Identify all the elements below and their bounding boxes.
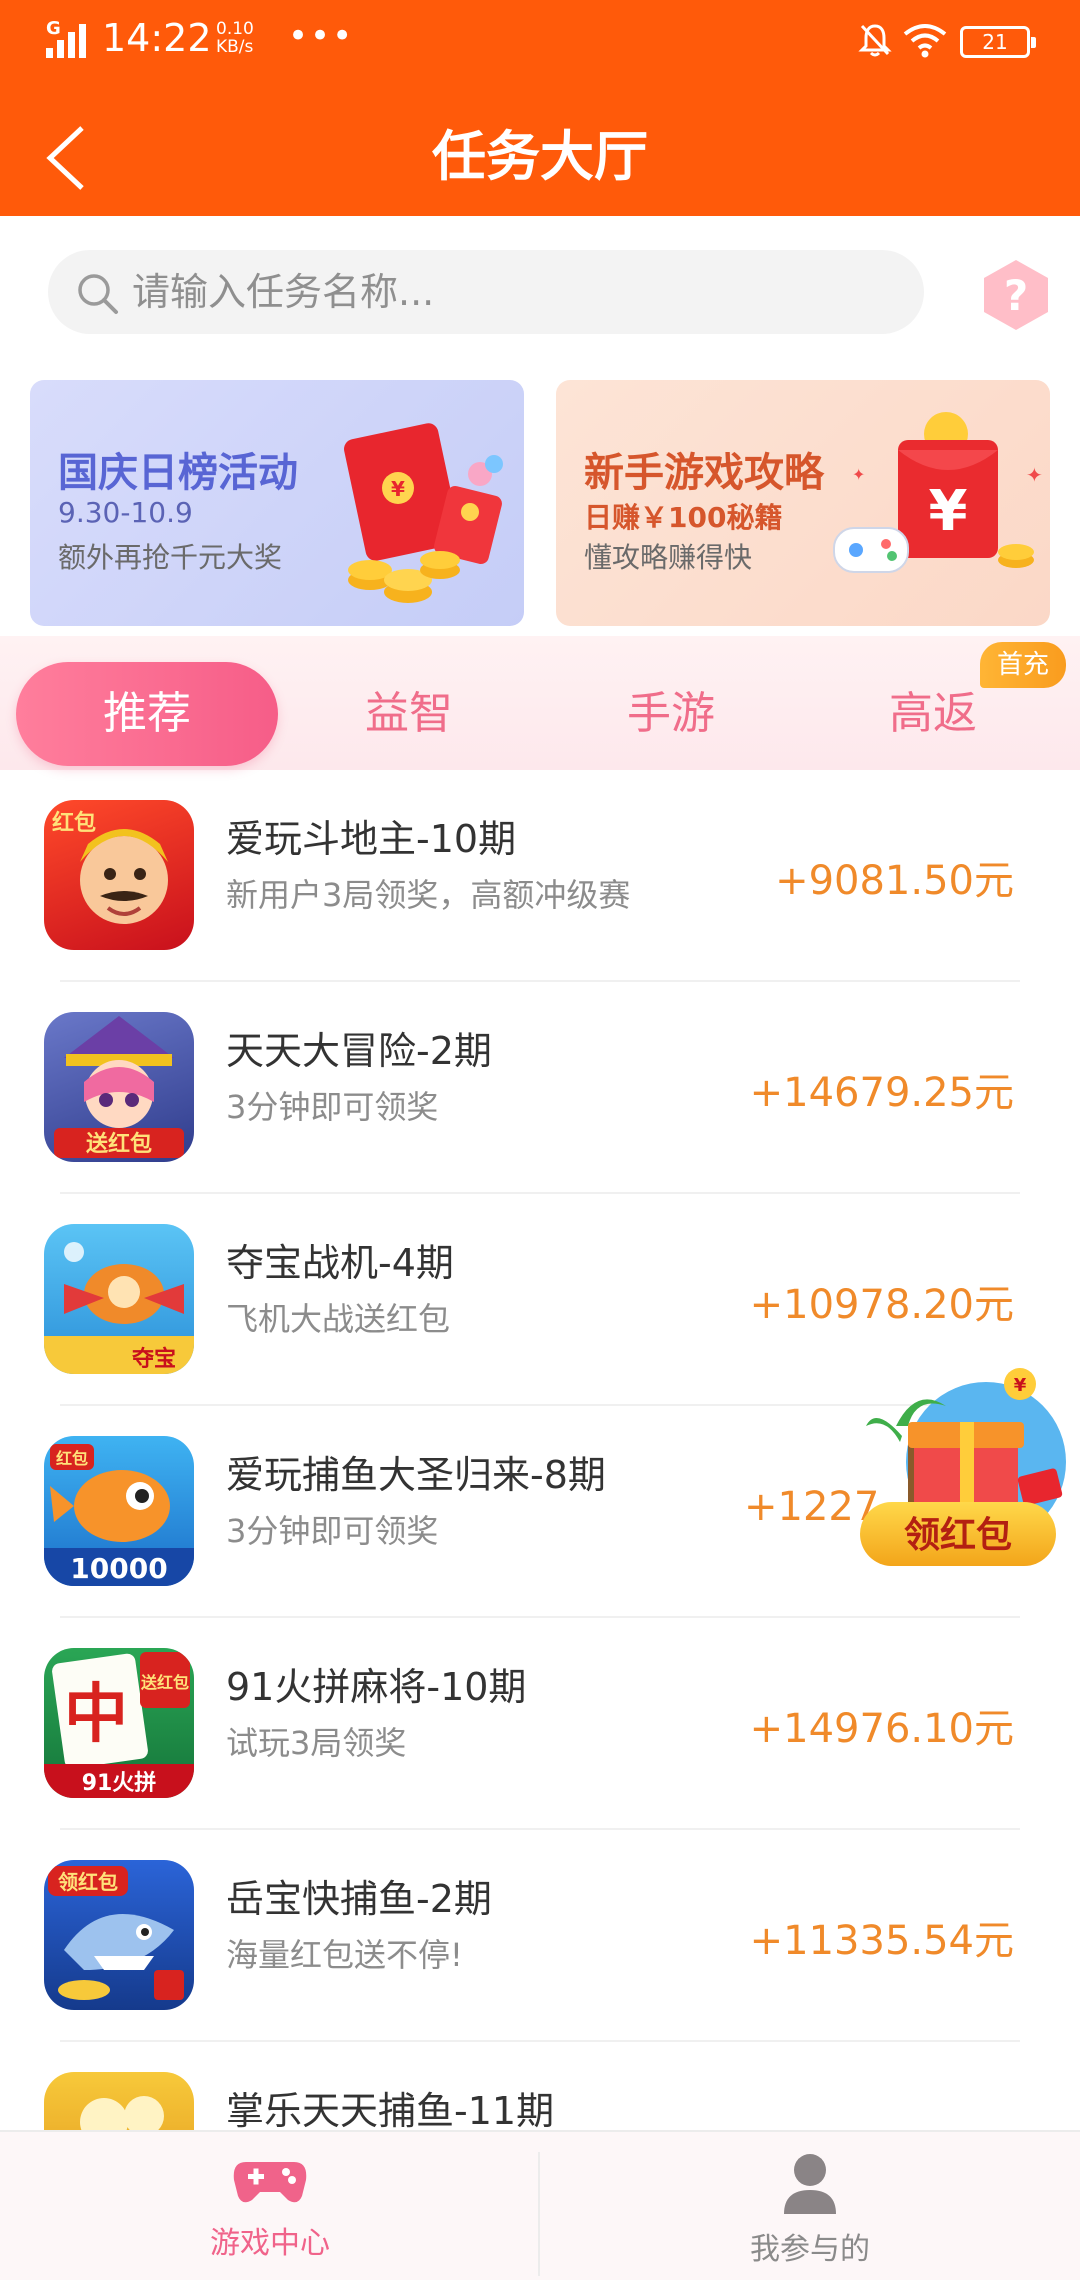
bottom-navigation: 游戏中心 我参与的 xyxy=(0,2130,1080,2280)
nav-label: 游戏中心 xyxy=(210,2226,330,2261)
help-question-icon[interactable]: ? xyxy=(982,258,1050,332)
search-bar[interactable] xyxy=(48,250,924,334)
game-icon-adventure: 送红包 xyxy=(44,1012,194,1162)
page-title: 任务大厅 xyxy=(432,125,648,188)
banner-subtitle: 额外再抢千元大奖 xyxy=(58,541,283,574)
svg-text:夺宝: 夺宝 xyxy=(131,1346,176,1372)
banner-title: 国庆日榜活动 xyxy=(58,450,298,496)
task-name: 岳宝快捕鱼-2期 xyxy=(226,1877,492,1921)
task-name: 爱玩捕鱼大圣归来-8期 xyxy=(226,1453,606,1497)
svg-text:送红包: 送红包 xyxy=(86,1131,152,1157)
svg-text:中: 中 xyxy=(64,1678,128,1752)
floating-red-packet[interactable]: ¥ 领红包 xyxy=(856,1366,1066,1582)
task-name: 天天大冒险-2期 xyxy=(226,1029,492,1073)
net-speed-value: 0.10 xyxy=(216,19,254,39)
red-envelope-coins-icon: ¥ xyxy=(344,423,503,603)
svg-text:✦: ✦ xyxy=(852,465,865,484)
svg-text:红包: 红包 xyxy=(52,810,96,836)
svg-text:¥: ¥ xyxy=(391,477,405,501)
svg-text:91火拼: 91火拼 xyxy=(82,1770,157,1796)
net-speed-unit: KB/s xyxy=(216,37,254,57)
floating-label: 领红包 xyxy=(904,1515,1012,1556)
task-name: 掌乐天天捕鱼-11期 xyxy=(226,2089,555,2133)
task-description: 3分钟即可领奖 xyxy=(226,1088,439,1126)
svg-text:¥: ¥ xyxy=(1014,1375,1027,1396)
game-icon-fighter: 夺宝 xyxy=(44,1224,194,1374)
task-reward: +14976.10元 xyxy=(749,1706,1014,1752)
task-row[interactable]: 中 送红包 91火拼 91火拼麻将-10期 试玩3局领奖 +14976.10元 xyxy=(0,1618,1080,1830)
nav-game-center[interactable]: 游戏中心 xyxy=(0,2132,540,2280)
network-type: G xyxy=(46,18,61,39)
svg-text:领红包: 领红包 xyxy=(58,1870,118,1894)
search-input[interactable] xyxy=(132,264,892,320)
banner-date: 9.30-10.9 xyxy=(58,496,193,529)
svg-text:红包: 红包 xyxy=(56,1449,88,1468)
task-name: 91火拼麻将-10期 xyxy=(226,1665,527,1709)
task-reward: +14679.25元 xyxy=(749,1070,1014,1116)
task-name: 爱玩斗地主-10期 xyxy=(226,817,517,861)
user-icon xyxy=(784,2154,836,2214)
tab-recommend[interactable]: 推荐 xyxy=(16,662,278,766)
signal-icon: G xyxy=(46,18,92,58)
red-envelope-gamepad-icon: ¥ ✦ ✦ xyxy=(833,412,1043,573)
game-icon-shark-fishing: 领红包 xyxy=(44,1860,194,2010)
task-reward: +9081.50元 xyxy=(775,858,1014,904)
svg-text:送红包: 送红包 xyxy=(140,1673,189,1692)
svg-text:?: ? xyxy=(1004,271,1028,320)
nav-my-participation[interactable]: 我参与的 xyxy=(540,2132,1080,2280)
net-speed: 0.10 KB/s xyxy=(216,20,254,56)
task-description: 海量红包送不停! xyxy=(226,1936,463,1974)
task-description: 3分钟即可领奖 xyxy=(226,1512,439,1550)
banner-subtitle: 懂攻略赚得快 xyxy=(584,541,753,574)
clock: 14:22 xyxy=(102,16,212,60)
task-name: 夺宝战机-4期 xyxy=(226,1241,454,1285)
task-row[interactable]: 送红包 天天大冒险-2期 3分钟即可领奖 +14679.25元 xyxy=(0,982,1080,1194)
svg-text:¥: ¥ xyxy=(929,479,968,544)
first-recharge-badge: 首充 xyxy=(980,642,1066,688)
banner-title: 新手游戏攻略 xyxy=(584,450,824,496)
tab-mobile-games[interactable]: 手游 xyxy=(540,662,802,766)
task-reward: +10978.20元 xyxy=(749,1282,1014,1328)
gamepad-icon xyxy=(233,2162,307,2203)
tab-puzzle[interactable]: 益智 xyxy=(278,662,540,766)
game-icon-mahjong: 中 送红包 91火拼 xyxy=(44,1648,194,1798)
svg-text:10000: 10000 xyxy=(70,1552,167,1585)
banner-highlight: 日赚￥100秘籍 xyxy=(584,501,783,534)
task-description: 飞机大战送红包 xyxy=(226,1300,451,1338)
banner-national-day[interactable]: 国庆日榜活动 9.30-10.9 额外再抢千元大奖 ¥ xyxy=(30,380,524,626)
nav-label: 我参与的 xyxy=(750,2232,870,2267)
category-tabs: 推荐 益智 手游 高返 xyxy=(0,636,1080,770)
task-description: 试玩3局领奖 xyxy=(226,1724,407,1762)
game-icon-fishing-monkey: 红包 10000 xyxy=(44,1436,194,1586)
banner-newbie-guide[interactable]: 新手游戏攻略 日赚￥100秘籍 懂攻略赚得快 ¥ ✦ ✦ xyxy=(556,380,1050,626)
battery-indicator: 21 xyxy=(960,26,1036,58)
game-icon-doudizhu: 红包 xyxy=(44,800,194,950)
task-row[interactable]: 红包 爱玩斗地主-10期 新用户3局领奖，高额冲级赛 +9081.50元 xyxy=(0,770,1080,982)
mute-bell-icon xyxy=(858,24,892,57)
wifi-icon xyxy=(903,24,947,58)
status-bar: G 14:22 0.10 KB/s ••• 21 xyxy=(0,0,1080,86)
task-description: 新用户3局领奖，高额冲级赛 xyxy=(226,876,631,914)
app-header: G 14:22 0.10 KB/s ••• 21 任务大厅 xyxy=(0,0,1080,216)
svg-text:✦: ✦ xyxy=(1026,463,1043,487)
more-dots-icon: ••• xyxy=(288,16,355,56)
search-icon xyxy=(78,274,118,314)
task-row[interactable]: 领红包 岳宝快捕鱼-2期 海量红包送不停! +11335.54元 xyxy=(0,1830,1080,2042)
task-reward: +11335.54元 xyxy=(749,1918,1014,1964)
